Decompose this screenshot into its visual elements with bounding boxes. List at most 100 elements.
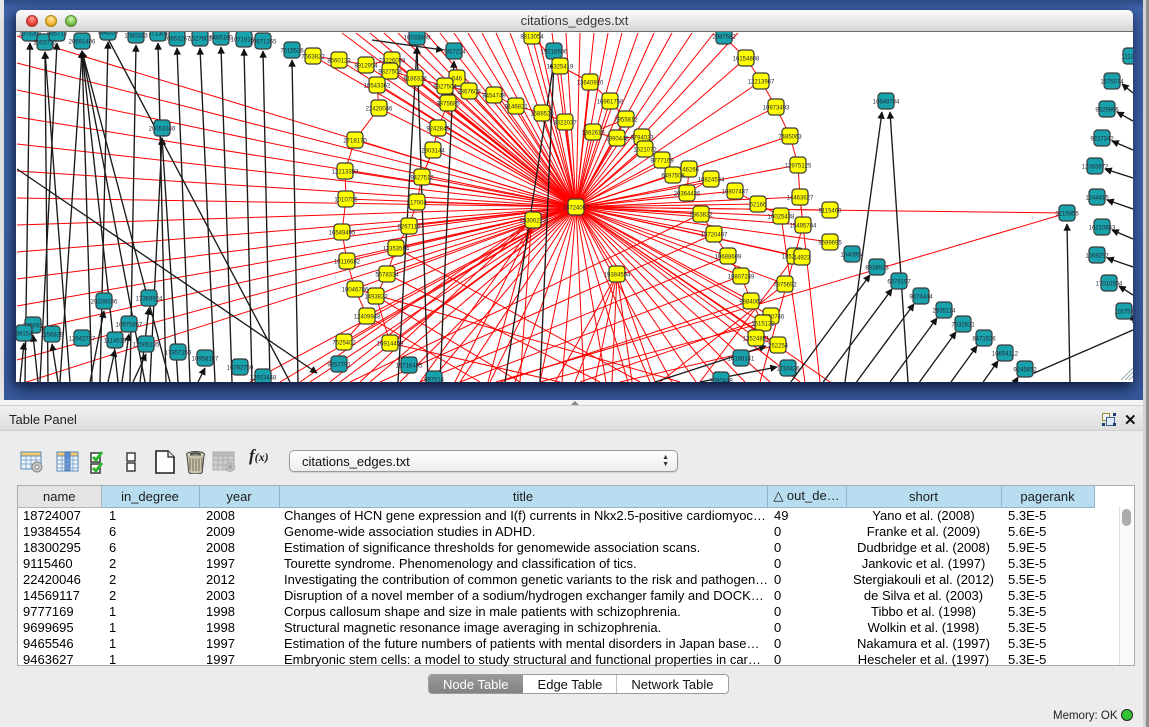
svg-text:116753: 116753 <box>1114 310 1133 316</box>
svg-text:7632621: 7632621 <box>951 323 975 329</box>
svg-text:9427512: 9427512 <box>410 176 434 182</box>
svg-text:10116682: 10116682 <box>334 260 361 266</box>
svg-text:18807249: 18807249 <box>728 275 755 281</box>
svg-text:17010504: 17010504 <box>1096 282 1123 288</box>
svg-text:6379197: 6379197 <box>887 280 911 286</box>
svg-text:16033809: 16033809 <box>404 36 431 42</box>
svg-text:8471626: 8471626 <box>972 337 996 343</box>
svg-text:995713: 995713 <box>47 32 68 38</box>
svg-text:12409948: 12409948 <box>354 315 381 321</box>
svg-text:13524851: 13524851 <box>743 337 770 343</box>
svg-text:12213967: 12213967 <box>748 80 775 86</box>
svg-text:9146821: 9146821 <box>504 105 528 111</box>
svg-text:15495784: 15495784 <box>790 224 817 230</box>
svg-text:9699695: 9699695 <box>818 241 842 247</box>
svg-text:2987682: 2987682 <box>712 35 736 41</box>
svg-text:3875685: 3875685 <box>436 102 460 108</box>
svg-text:39154: 39154 <box>16 332 33 338</box>
svg-text:10975867: 10975867 <box>116 323 143 329</box>
svg-text:17359924: 17359924 <box>136 297 163 303</box>
svg-text:10648784: 10648784 <box>873 100 900 106</box>
svg-text:9857791: 9857791 <box>327 363 351 369</box>
svg-text:7625402: 7625402 <box>332 341 356 347</box>
svg-text:8938923: 8938923 <box>865 266 889 272</box>
svg-text:10973493: 10973493 <box>763 106 790 112</box>
svg-text:252254: 252254 <box>768 344 789 350</box>
svg-text:15716485: 15716485 <box>396 364 423 370</box>
svg-text:6497508: 6497508 <box>661 174 685 180</box>
svg-text:8912954: 8912954 <box>354 64 378 70</box>
svg-text:1733426: 1733426 <box>776 367 800 373</box>
svg-text:20206536: 20206536 <box>91 300 118 306</box>
svg-text:19218506: 19218506 <box>541 50 568 56</box>
svg-text:12975125: 12975125 <box>785 164 812 170</box>
svg-text:9884067: 9884067 <box>739 300 763 306</box>
svg-text:1080313: 1080313 <box>124 34 148 40</box>
svg-text:10958107: 10958107 <box>192 357 219 363</box>
svg-text:10046786: 10046786 <box>342 288 369 294</box>
svg-text:1575074: 1575074 <box>1100 80 1124 86</box>
svg-text:1244415: 1244415 <box>1085 196 1109 202</box>
svg-text:2718170: 2718170 <box>343 139 367 145</box>
svg-text:7875692: 7875692 <box>773 283 797 289</box>
svg-text:5678334: 5678334 <box>375 273 399 279</box>
svg-text:10824534: 10824534 <box>698 178 725 184</box>
svg-text:1621072: 1621072 <box>633 148 657 154</box>
svg-text:3215955: 3215955 <box>1055 212 1079 218</box>
svg-text:25300213: 25300213 <box>520 219 547 225</box>
svg-text:14923: 14923 <box>794 256 811 262</box>
svg-text:7485063: 7485063 <box>778 135 802 141</box>
svg-text:12093872: 12093872 <box>1082 165 1109 171</box>
svg-text:1990448: 1990448 <box>605 137 629 143</box>
svg-text:62166: 62166 <box>750 203 767 209</box>
svg-text:8660123: 8660123 <box>327 59 351 65</box>
svg-text:9329966: 9329966 <box>1095 108 1119 114</box>
svg-text:9327508: 9327508 <box>378 70 402 76</box>
svg-text:9227342: 9227342 <box>1090 137 1114 143</box>
svg-text:1640954: 1640954 <box>840 253 864 259</box>
svg-text:9327504: 9327504 <box>433 85 457 91</box>
svg-text:1362615: 1362615 <box>581 131 605 137</box>
svg-text:18724007: 18724007 <box>563 206 590 212</box>
svg-text:1114519: 1114519 <box>104 339 127 345</box>
svg-text:12505135: 12505135 <box>133 343 160 349</box>
svg-text:864209: 864209 <box>98 32 119 37</box>
svg-text:9777169: 9777169 <box>650 159 674 165</box>
svg-text:17957255: 17957255 <box>165 351 192 357</box>
svg-text:1090448: 1090448 <box>709 379 733 383</box>
svg-text:16210643: 16210643 <box>1089 226 1116 232</box>
svg-text:16549495: 16549495 <box>329 231 356 237</box>
svg-text:1010755: 1010755 <box>334 198 358 204</box>
svg-text:11353594: 11353594 <box>383 247 410 253</box>
svg-text:16782759: 16782759 <box>227 366 254 372</box>
svg-text:8454749: 8454749 <box>482 94 506 100</box>
svg-text:16154808: 16154808 <box>733 57 760 63</box>
svg-text:22420046: 22420046 <box>366 107 393 113</box>
svg-text:7663822: 7663822 <box>301 55 325 61</box>
svg-text:8813054: 8813054 <box>520 35 544 41</box>
svg-text:1493822: 1493822 <box>364 295 388 301</box>
svg-text:16961758: 16961758 <box>597 100 624 106</box>
svg-text:10688609: 10688609 <box>715 255 742 261</box>
svg-text:10025438: 10025438 <box>768 215 795 221</box>
svg-text:12923448: 12923448 <box>250 376 277 382</box>
svg-text:19384554: 19384554 <box>604 273 631 279</box>
svg-text:117004: 117004 <box>407 201 427 207</box>
svg-text:9242845: 9242845 <box>426 127 450 133</box>
svg-text:2867608: 2867608 <box>457 90 481 96</box>
svg-text:14463627: 14463627 <box>787 196 814 202</box>
svg-text:7955812: 7955812 <box>614 118 638 124</box>
svg-text:14196141: 14196141 <box>728 357 755 363</box>
svg-text:12942737: 12942737 <box>69 337 96 343</box>
svg-text:10671355: 10671355 <box>250 40 277 46</box>
svg-text:9474444: 9474444 <box>909 295 933 301</box>
svg-text:9115460: 9115460 <box>819 209 843 215</box>
svg-text:20053346: 20053346 <box>149 127 176 133</box>
svg-text:1569292: 1569292 <box>1085 254 1109 260</box>
svg-text:2935114: 2935114 <box>933 309 957 315</box>
svg-text:8322037: 8322037 <box>553 121 577 127</box>
svg-text:15720407: 15720407 <box>701 233 728 239</box>
svg-text:9245652: 9245652 <box>1013 368 1037 374</box>
svg-text:13325419: 13325419 <box>547 65 574 71</box>
svg-text:2803144: 2803144 <box>421 149 445 155</box>
